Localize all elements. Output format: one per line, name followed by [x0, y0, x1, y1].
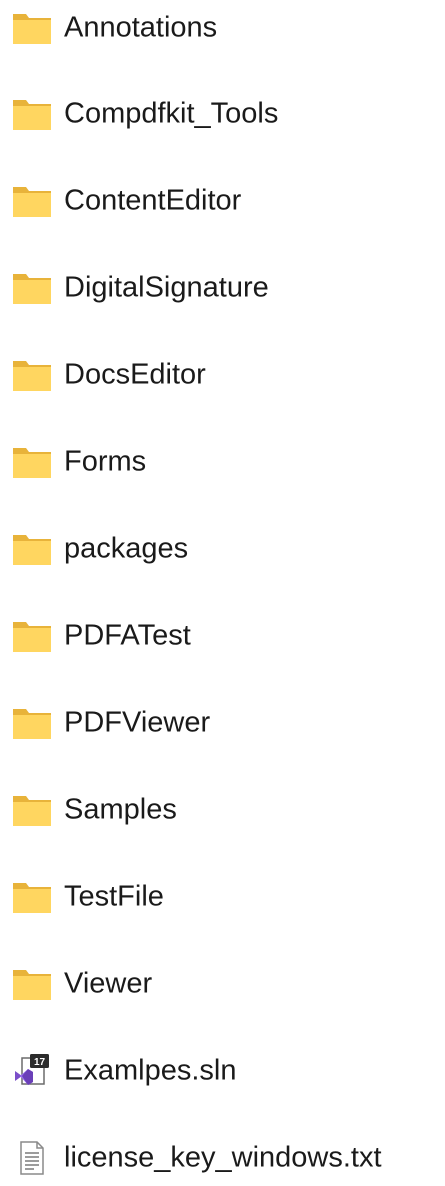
version-badge: 17: [34, 1057, 46, 1068]
text-file-icon: [12, 1141, 52, 1175]
folder-icon: [12, 358, 52, 392]
folder-label: Samples: [64, 793, 177, 826]
folder-item-packages[interactable]: packages: [0, 521, 445, 577]
folder-icon: [12, 619, 52, 653]
file-item-examlpes-sln[interactable]: 17 Examlpes.sln: [0, 1043, 445, 1099]
file-label: license_key_windows.txt: [64, 1141, 382, 1174]
folder-label: PDFATest: [64, 619, 191, 652]
folder-item-annotations[interactable]: Annotations: [0, 0, 445, 56]
folder-item-samples[interactable]: Samples: [0, 782, 445, 838]
file-label: Examlpes.sln: [64, 1054, 237, 1087]
folder-icon: [12, 271, 52, 305]
folder-icon: [12, 184, 52, 218]
folder-icon: [12, 11, 52, 45]
folder-label: Annotations: [64, 11, 218, 44]
folder-item-contenteditor[interactable]: ContentEditor: [0, 173, 445, 229]
folder-label: TestFile: [64, 880, 164, 913]
folder-label: DocsEditor: [64, 358, 206, 391]
folder-item-pdfviewer[interactable]: PDFViewer: [0, 695, 445, 751]
folder-icon: [12, 532, 52, 566]
folder-label: PDFViewer: [64, 706, 211, 739]
folder-icon: [12, 793, 52, 827]
folder-icon: [12, 967, 52, 1001]
folder-label: packages: [64, 532, 189, 565]
folder-item-forms[interactable]: Forms: [0, 434, 445, 490]
folder-item-testfile[interactable]: TestFile: [0, 869, 445, 925]
folder-item-compdfkit-tools[interactable]: Compdfkit_Tools: [0, 86, 445, 142]
folder-icon: [12, 706, 52, 740]
folder-icon: [12, 445, 52, 479]
folder-icon: [12, 97, 52, 131]
folder-icon: [12, 880, 52, 914]
folder-label: Compdfkit_Tools: [64, 97, 279, 130]
folder-item-docseditor[interactable]: DocsEditor: [0, 347, 445, 403]
folder-label: Forms: [64, 445, 147, 478]
folder-label: DigitalSignature: [64, 271, 269, 304]
file-item-license-key[interactable]: license_key_windows.txt: [0, 1130, 445, 1186]
folder-item-pdfatest[interactable]: PDFATest: [0, 608, 445, 664]
folder-label: Viewer: [64, 967, 153, 1000]
folder-label: ContentEditor: [64, 184, 242, 217]
file-list: Annotations Compdfkit_Tools ContentEdito…: [0, 0, 445, 1182]
visual-studio-solution-icon: 17: [12, 1054, 52, 1088]
folder-item-viewer[interactable]: Viewer: [0, 956, 445, 1012]
folder-item-digitalsignature[interactable]: DigitalSignature: [0, 260, 445, 316]
